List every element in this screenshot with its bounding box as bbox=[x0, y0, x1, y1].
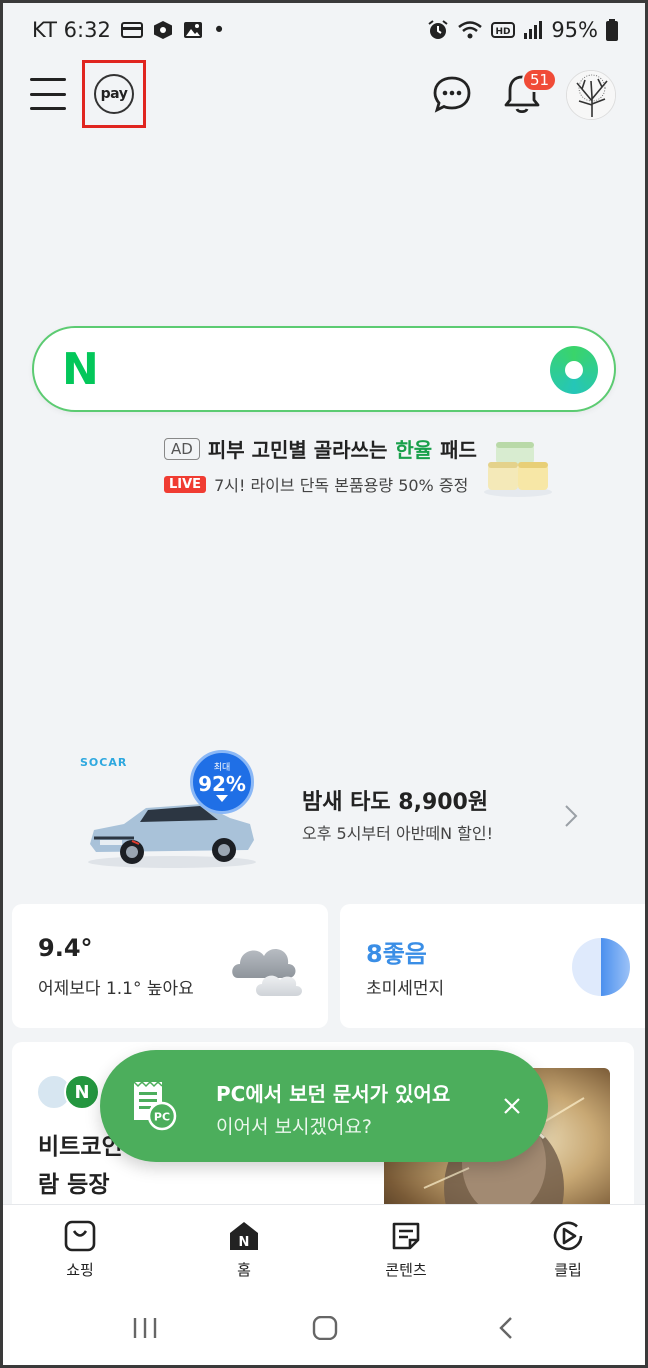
pay-label: pay bbox=[100, 86, 128, 102]
promo-title: 밤새 타도 8,900원 bbox=[302, 790, 489, 815]
chat-icon[interactable] bbox=[432, 74, 472, 114]
status-bar: KT 6:32 • HD 95% bbox=[0, 0, 648, 60]
ad-tag: AD bbox=[164, 437, 200, 460]
status-dot: • bbox=[212, 18, 226, 42]
cloud-icon bbox=[228, 932, 310, 1000]
toast-subtitle: 이어서 보시겠어요? bbox=[216, 1116, 372, 1138]
nav-clip[interactable]: 클립 bbox=[523, 1219, 613, 1280]
nav-shopping[interactable]: 쇼핑 bbox=[35, 1219, 125, 1280]
battery-icon bbox=[606, 19, 618, 41]
fine-dust-card[interactable]: 8좋음 초미세먼지 bbox=[340, 904, 646, 1028]
bottom-navigation: 쇼핑 N 홈 콘텐츠 클립 bbox=[3, 1204, 645, 1286]
battery-percent: 95% bbox=[551, 18, 598, 42]
ad-title-highlight: 한율 bbox=[395, 438, 433, 462]
recent-apps-icon[interactable] bbox=[131, 1316, 159, 1340]
alarm-icon bbox=[427, 19, 449, 41]
promo-subtitle: 오후 5시부터 아반떼N 할인! bbox=[302, 824, 494, 843]
back-button-icon[interactable] bbox=[493, 1316, 521, 1340]
temperature: 9.4° bbox=[38, 934, 93, 962]
search-bar[interactable]: N bbox=[32, 326, 616, 412]
notification-badge: 51 bbox=[522, 68, 558, 92]
svg-text:HD: HD bbox=[496, 27, 511, 37]
discount-arrow-icon bbox=[216, 794, 228, 802]
socar-logo: SOCAR bbox=[80, 756, 128, 769]
home-n-icon: N bbox=[230, 1222, 258, 1250]
nav-clip-label: 클립 bbox=[554, 1261, 582, 1279]
discount-badge: 최대 92% bbox=[190, 750, 254, 814]
ad-subtitle: 7시! 라이브 단독 본품용량 50% 증정 bbox=[214, 476, 469, 495]
package-icon bbox=[153, 20, 173, 40]
ad-product-image bbox=[482, 438, 554, 498]
naver-logo: N bbox=[62, 344, 99, 395]
discount-prefix: 최대 bbox=[213, 762, 231, 773]
carrier-time: KT 6:32 bbox=[32, 18, 111, 42]
fine-dust-gauge-icon bbox=[572, 938, 630, 996]
green-dot-icon[interactable] bbox=[550, 346, 598, 394]
nav-home-label: 홈 bbox=[237, 1261, 251, 1279]
fine-dust-value: 8좋음 bbox=[366, 940, 427, 968]
signal-icon bbox=[523, 20, 543, 40]
svg-text:N: N bbox=[239, 1235, 250, 1250]
close-icon[interactable] bbox=[500, 1094, 524, 1118]
nav-shopping-label: 쇼핑 bbox=[66, 1261, 94, 1279]
ad-title-part2: 패드 bbox=[440, 438, 477, 462]
contents-icon bbox=[392, 1222, 420, 1250]
chevron-right-icon[interactable] bbox=[560, 804, 580, 828]
nav-contents-label: 콘텐츠 bbox=[385, 1261, 427, 1279]
top-app-bar: pay 51 bbox=[0, 60, 648, 132]
pc-icon-label: PC bbox=[154, 1111, 170, 1124]
hd-icon: HD bbox=[491, 21, 516, 39]
temperature-comparison: 어제보다 1.1° 높아요 bbox=[38, 979, 194, 999]
home-button-icon[interactable] bbox=[311, 1315, 339, 1341]
image-icon bbox=[183, 21, 203, 39]
ad-title-part1: 피부 고민별 골라쓰는 bbox=[207, 438, 388, 462]
pay-button-highlight[interactable]: pay bbox=[82, 60, 146, 128]
naver-news-badge: N bbox=[64, 1074, 100, 1110]
ad-banner[interactable]: AD 피부 고민별 골라쓰는 한율 패드 LIVE 7시! 라이브 단독 본품용… bbox=[164, 434, 564, 504]
discount-value: 92% bbox=[198, 771, 246, 796]
system-navigation-bar bbox=[3, 1286, 645, 1365]
profile-avatar[interactable] bbox=[566, 70, 616, 120]
live-tag: LIVE bbox=[164, 475, 207, 493]
wifi-icon bbox=[457, 20, 483, 40]
fine-dust-label: 초미세먼지 bbox=[366, 979, 445, 999]
nav-contents[interactable]: 콘텐츠 bbox=[361, 1219, 451, 1280]
socar-promo-banner[interactable]: SOCAR 최대 92% 밤새 타도 8,900원 오후 5시부터 아반떼N 할… bbox=[70, 748, 610, 878]
clip-play-icon bbox=[553, 1221, 583, 1251]
nav-home[interactable]: N 홈 bbox=[199, 1219, 289, 1280]
continue-document-toast[interactable]: PC PC에서 보던 문서가 있어요 이어서 보시겠어요? bbox=[100, 1050, 548, 1162]
pay-button[interactable]: pay bbox=[94, 74, 134, 114]
toast-title: PC에서 보던 문서가 있어요 bbox=[216, 1082, 451, 1106]
pc-document-icon: PC bbox=[130, 1080, 178, 1132]
weather-card[interactable]: 9.4° 어제보다 1.1° 높아요 bbox=[12, 904, 328, 1028]
shopping-bag-icon bbox=[64, 1220, 96, 1252]
menu-icon[interactable] bbox=[30, 78, 66, 110]
wallet-icon bbox=[120, 21, 143, 39]
